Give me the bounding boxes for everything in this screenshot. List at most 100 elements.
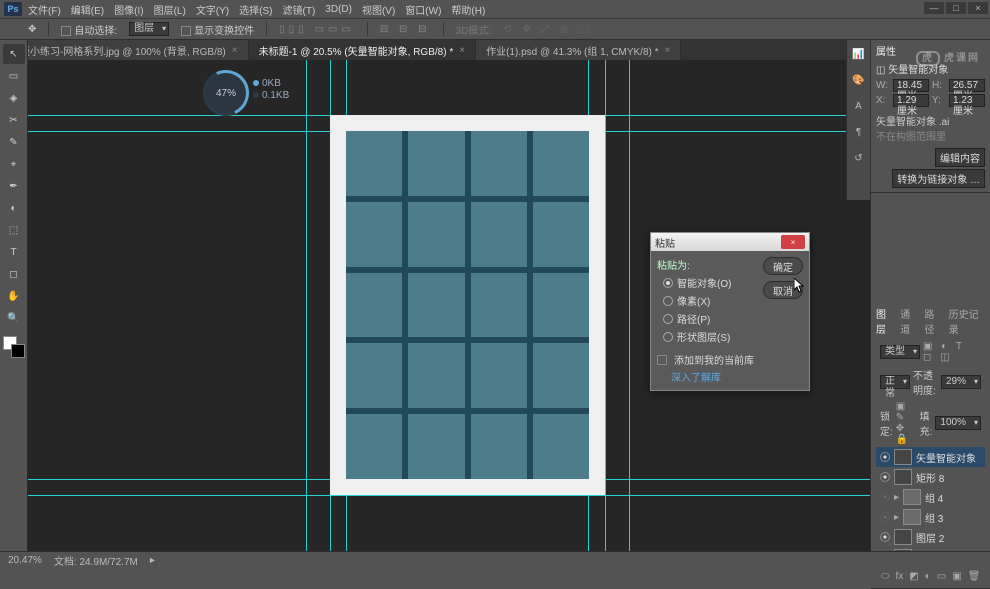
new-layer-icon[interactable]: ▣ bbox=[952, 571, 961, 582]
fx-icon[interactable]: fx bbox=[896, 571, 904, 582]
menu-type[interactable]: 文字(Y) bbox=[196, 2, 229, 17]
fill-value[interactable]: 100% bbox=[935, 416, 981, 430]
y-value[interactable]: 1.23 厘米 bbox=[949, 94, 985, 107]
window-close-button[interactable]: × bbox=[968, 2, 988, 14]
visibility-icon[interactable] bbox=[880, 472, 890, 482]
paste-option[interactable]: 像素(X) bbox=[663, 293, 757, 308]
heal-tool[interactable]: ⌖ bbox=[3, 154, 25, 174]
menu-layer[interactable]: 图层(L) bbox=[154, 2, 186, 17]
chevron-right-icon[interactable]: ▸ bbox=[894, 512, 899, 523]
pen-tool[interactable]: ⬚ bbox=[3, 220, 25, 240]
filter-kind-dropdown[interactable]: 类型 bbox=[880, 345, 920, 359]
tab-history[interactable]: 历史记录 bbox=[949, 306, 985, 336]
lasso-tool[interactable]: ◈ bbox=[3, 88, 25, 108]
shape-tool[interactable]: ◻ bbox=[3, 264, 25, 284]
artboard[interactable] bbox=[330, 115, 605, 495]
distribute-icons[interactable]: ⊟ ⊟ ⊟ bbox=[380, 24, 431, 35]
zoom-level[interactable]: 20.47% bbox=[8, 555, 42, 566]
crop-tool[interactable]: ✂ bbox=[3, 110, 25, 130]
visibility-icon[interactable] bbox=[880, 532, 890, 542]
tab-close-icon[interactable]: × bbox=[459, 45, 465, 56]
color-swatches[interactable] bbox=[3, 336, 25, 358]
tab-close-icon[interactable]: × bbox=[232, 45, 238, 56]
eyedropper-tool[interactable]: ✎ bbox=[3, 132, 25, 152]
paste-option[interactable]: 智能对象(O) bbox=[663, 275, 757, 290]
layer-row[interactable]: 矩形 8 bbox=[876, 467, 985, 487]
layer-row[interactable]: 图层 2 bbox=[876, 527, 985, 547]
add-to-library-checkbox[interactable] bbox=[657, 355, 667, 365]
auto-select-checkbox[interactable] bbox=[61, 26, 71, 36]
blend-mode-dropdown[interactable]: 正常 bbox=[880, 375, 910, 389]
ok-button[interactable]: 确定 bbox=[763, 257, 803, 275]
h-value[interactable]: 26.57 厘米 bbox=[949, 79, 985, 92]
adjustment-icon[interactable]: ◐ bbox=[925, 571, 931, 582]
filter-icons[interactable]: ▣ ◐ T ◻ ◫ bbox=[923, 341, 981, 363]
menu-filter[interactable]: 滤镜(T) bbox=[283, 2, 316, 17]
dialog-close-button[interactable]: × bbox=[781, 235, 805, 249]
cancel-button[interactable]: 取消 bbox=[763, 281, 803, 299]
character-icon[interactable]: A bbox=[851, 98, 867, 114]
visibility-icon[interactable] bbox=[880, 492, 890, 502]
window-min-button[interactable]: — bbox=[924, 2, 944, 14]
guide-vertical[interactable] bbox=[629, 60, 630, 551]
type-tool[interactable]: T bbox=[3, 242, 25, 262]
menu-file[interactable]: 文件(F) bbox=[28, 2, 61, 17]
brush-tool[interactable]: ✒ bbox=[3, 176, 25, 196]
chevron-right-icon[interactable]: ▸ bbox=[894, 492, 899, 503]
menu-select[interactable]: 选择(S) bbox=[239, 2, 272, 17]
hand-tool[interactable]: ✋ bbox=[3, 286, 25, 306]
delete-layer-icon[interactable]: 🗑 bbox=[968, 571, 981, 582]
paste-option[interactable]: 路径(P) bbox=[663, 311, 757, 326]
visibility-icon[interactable] bbox=[880, 512, 890, 522]
tab-close-icon[interactable]: × bbox=[665, 45, 671, 56]
histogram-icon[interactable]: 📊 bbox=[851, 46, 867, 62]
guide-vertical[interactable] bbox=[306, 60, 307, 551]
color-icon[interactable]: 🎨 bbox=[851, 72, 867, 88]
tab-label: 作业(1).psd @ 41.3% (组 1, CMYK/8) * bbox=[486, 43, 658, 58]
lock-icons[interactable]: ▣ ✎ ✥ 🔒 bbox=[896, 401, 917, 445]
tab-properties[interactable]: 属性 bbox=[876, 43, 896, 58]
status-chevron-icon[interactable]: ▸ bbox=[150, 555, 155, 566]
tab-doc-1[interactable]: 接版小练习-网格系列.jpg @ 100% (背景, RGB/8)× bbox=[0, 40, 249, 60]
move-tool[interactable]: ↖ bbox=[3, 44, 25, 64]
learn-more-link[interactable]: 深入了解库 bbox=[671, 369, 757, 384]
history-icon[interactable]: ↺ bbox=[851, 150, 867, 166]
layer-row[interactable]: 矢量智能对象 bbox=[876, 447, 985, 467]
tab-channels[interactable]: 通道 bbox=[900, 306, 918, 336]
paragraph-icon[interactable]: ¶ bbox=[851, 124, 867, 140]
window-max-button[interactable]: □ bbox=[946, 2, 966, 14]
dialog-titlebar[interactable]: 粘贴 × bbox=[651, 233, 809, 251]
layer-name: 组 3 bbox=[925, 510, 943, 525]
menu-window[interactable]: 窗口(W) bbox=[405, 2, 441, 17]
doc-size[interactable]: 文档: 24.9M/72.7M bbox=[54, 553, 138, 568]
x-value[interactable]: 1.29 厘米 bbox=[893, 94, 929, 107]
tab-layers[interactable]: 图层 bbox=[876, 306, 894, 336]
menu-edit[interactable]: 编辑(E) bbox=[71, 2, 104, 17]
opacity-value[interactable]: 29% bbox=[941, 375, 981, 389]
show-transform-checkbox[interactable] bbox=[181, 26, 191, 36]
tab-doc-3[interactable]: 作业(1).psd @ 41.3% (组 1, CMYK/8) * × bbox=[476, 40, 681, 60]
tab-paths[interactable]: 路径 bbox=[924, 306, 942, 336]
layer-row[interactable]: ▸组 4 bbox=[876, 487, 985, 507]
menu-image[interactable]: 图像(I) bbox=[114, 2, 143, 17]
zoom-tool[interactable]: 🔍 bbox=[3, 308, 25, 328]
gradient-tool[interactable]: ◐ bbox=[3, 198, 25, 218]
guide-vertical[interactable] bbox=[605, 60, 606, 551]
menu-help[interactable]: 帮助(H) bbox=[451, 2, 485, 17]
menu-3d[interactable]: 3D(D) bbox=[325, 4, 352, 15]
align-icons[interactable]: ▯▯▯ ▭▭▭ bbox=[279, 24, 355, 35]
group-icon[interactable]: ▭ bbox=[937, 571, 946, 582]
tab-doc-2[interactable]: 未标题-1 @ 20.5% (矢量智能对象, RGB/8) *× bbox=[249, 40, 476, 60]
menu-view[interactable]: 视图(V) bbox=[362, 2, 395, 17]
mask-icon[interactable]: ◩ bbox=[909, 571, 918, 582]
paste-option[interactable]: 形状图层(S) bbox=[663, 329, 757, 344]
w-value[interactable]: 18.45 厘米 bbox=[893, 79, 929, 92]
marquee-tool[interactable]: ▭ bbox=[3, 66, 25, 86]
layer-row[interactable]: ▸ 组 3 bbox=[876, 507, 985, 527]
guide-horizontal[interactable] bbox=[28, 495, 870, 496]
auto-select-dropdown[interactable]: 图层 bbox=[129, 22, 169, 36]
convert-linked-button[interactable]: 转换为链接对象 … bbox=[892, 169, 985, 188]
edit-contents-button[interactable]: 编辑内容 bbox=[935, 148, 985, 167]
link-layers-icon[interactable]: ⬭ bbox=[881, 571, 890, 582]
visibility-icon[interactable] bbox=[880, 452, 890, 462]
